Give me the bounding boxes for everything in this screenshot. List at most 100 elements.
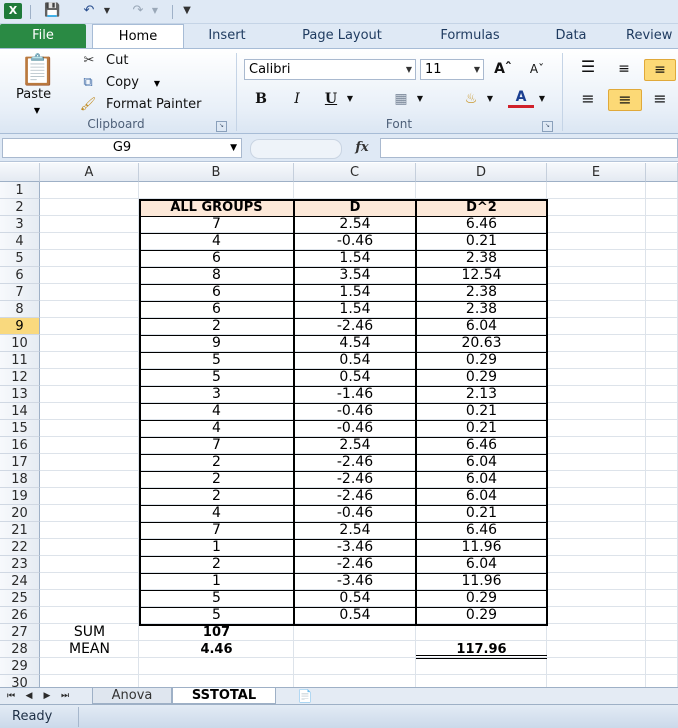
- customize-toolbar-icon[interactable]: ▼: [180, 3, 194, 19]
- worksheet-grid[interactable]: A B C D E 1 2 3 4 5 6 7 8 9 10 11 12 13 14 15 16 17 18 19 2…: [0, 163, 678, 687]
- row-header-17[interactable]: 17: [0, 454, 40, 471]
- tab-home[interactable]: Home: [92, 24, 184, 50]
- fill-color-dropdown-icon[interactable]: ▼: [484, 89, 496, 109]
- align-right-icon[interactable]: ≡: [646, 89, 674, 109]
- undo-dropdown-icon[interactable]: ▼: [102, 3, 112, 19]
- tab-page-layout[interactable]: Page Layout: [280, 24, 404, 48]
- clipboard-launcher-icon[interactable]: ↘: [216, 121, 227, 132]
- row-header-21[interactable]: 21: [0, 522, 40, 539]
- font-size-combo[interactable]: 11 ▼: [420, 59, 484, 80]
- sum-label[interactable]: SUM: [40, 624, 139, 641]
- underline-button[interactable]: U: [320, 89, 342, 109]
- row-header-6[interactable]: 6: [0, 267, 40, 284]
- sheet-tab-sstotal[interactable]: SSTOTAL: [172, 688, 276, 704]
- last-sheet-icon[interactable]: ⏭: [58, 689, 72, 703]
- row-header-10[interactable]: 10: [0, 335, 40, 352]
- formula-bar-divider[interactable]: [250, 139, 342, 159]
- tab-insert[interactable]: Insert: [190, 24, 264, 48]
- row-header-7[interactable]: 7: [0, 284, 40, 301]
- row-header-16[interactable]: 16: [0, 437, 40, 454]
- tab-formulas[interactable]: Formulas: [420, 24, 520, 48]
- select-all-corner[interactable]: [0, 163, 40, 182]
- tab-review[interactable]: Review: [626, 24, 678, 48]
- insert-sheet-icon[interactable]: 📄: [294, 689, 316, 703]
- prev-sheet-icon[interactable]: ◀: [22, 689, 36, 703]
- align-left-icon[interactable]: ≡: [574, 89, 602, 109]
- font-launcher-icon[interactable]: ↘: [542, 121, 553, 132]
- mean-value[interactable]: 4.46: [139, 641, 294, 658]
- row-header-26[interactable]: 26: [0, 607, 40, 624]
- copy-icon[interactable]: ⧉: [78, 75, 98, 91]
- align-bottom-icon[interactable]: ≡: [644, 59, 676, 81]
- underline-dropdown-icon[interactable]: ▼: [344, 89, 356, 109]
- format-painter-button[interactable]: Format Painter: [106, 97, 201, 112]
- row-header-15[interactable]: 15: [0, 420, 40, 437]
- sum-value[interactable]: 107: [139, 624, 294, 641]
- grow-font-icon[interactable]: Aˆ: [490, 59, 516, 79]
- chevron-down-icon[interactable]: ▼: [474, 60, 480, 79]
- redo-dropdown-icon[interactable]: ▼: [150, 3, 160, 19]
- row-header-13[interactable]: 13: [0, 386, 40, 403]
- row-header-2[interactable]: 2: [0, 199, 40, 216]
- row-header-30[interactable]: 30: [0, 675, 40, 687]
- italic-button[interactable]: I: [286, 89, 308, 109]
- row-header-22[interactable]: 22: [0, 539, 40, 556]
- font-color-dropdown-icon[interactable]: ▼: [536, 89, 548, 109]
- chevron-down-icon[interactable]: ▼: [230, 139, 237, 157]
- redo-icon[interactable]: ↷: [130, 3, 146, 19]
- name-box[interactable]: G9 ▼: [2, 138, 242, 158]
- bold-button[interactable]: B: [250, 89, 272, 109]
- column-header-d[interactable]: D: [416, 163, 547, 182]
- format-painter-icon[interactable]: 🖌: [78, 97, 98, 113]
- row-header-5[interactable]: 5: [0, 250, 40, 267]
- row-header-18[interactable]: 18: [0, 471, 40, 488]
- row-header-20[interactable]: 20: [0, 505, 40, 522]
- column-header-b[interactable]: B: [139, 163, 294, 182]
- column-header-a[interactable]: A: [40, 163, 139, 182]
- borders-dropdown-icon[interactable]: ▼: [414, 89, 426, 109]
- tab-data[interactable]: Data: [536, 24, 606, 48]
- excel-logo-icon[interactable]: X: [4, 3, 22, 19]
- shrink-font-icon[interactable]: Aˇ: [524, 59, 550, 79]
- fill-color-icon[interactable]: ♨: [458, 89, 484, 109]
- row-header-24[interactable]: 24: [0, 573, 40, 590]
- align-top-icon[interactable]: ☰: [574, 57, 602, 77]
- column-header-e[interactable]: E: [547, 163, 646, 182]
- chevron-down-icon[interactable]: ▼: [406, 60, 412, 79]
- save-icon[interactable]: 💾: [44, 3, 60, 19]
- sheet-tab-anova[interactable]: Anova: [92, 688, 172, 704]
- row-header-11[interactable]: 11: [0, 352, 40, 369]
- paste-icon[interactable]: 📋: [18, 53, 58, 89]
- row-header-14[interactable]: 14: [0, 403, 40, 420]
- paste-button[interactable]: Paste: [16, 87, 51, 102]
- copy-button[interactable]: Copy: [106, 75, 139, 90]
- tab-file[interactable]: File: [0, 24, 86, 48]
- undo-icon[interactable]: ↶: [80, 3, 98, 19]
- cut-button[interactable]: Cut: [106, 53, 128, 68]
- borders-icon[interactable]: ▦: [388, 89, 414, 109]
- insert-function-button[interactable]: fx: [350, 138, 374, 158]
- first-sheet-icon[interactable]: ⏮: [4, 689, 18, 703]
- row-header-4[interactable]: 4: [0, 233, 40, 250]
- row-header-29[interactable]: 29: [0, 658, 40, 675]
- row-header-23[interactable]: 23: [0, 556, 40, 573]
- row-header-1[interactable]: 1: [0, 182, 40, 199]
- formula-input[interactable]: [380, 138, 678, 158]
- font-color-icon[interactable]: A: [508, 89, 534, 108]
- row-header-19[interactable]: 19: [0, 488, 40, 505]
- row-header-8[interactable]: 8: [0, 301, 40, 318]
- row-header-25[interactable]: 25: [0, 590, 40, 607]
- cut-icon[interactable]: ✂: [80, 53, 98, 69]
- align-middle-icon[interactable]: ≡: [610, 59, 638, 79]
- next-sheet-icon[interactable]: ▶: [40, 689, 54, 703]
- row-header-12[interactable]: 12: [0, 369, 40, 386]
- row-header-28[interactable]: 28: [0, 641, 40, 658]
- copy-dropdown-icon[interactable]: ▼: [152, 76, 162, 92]
- font-name-combo[interactable]: Calibri ▼: [244, 59, 416, 80]
- column-header-c[interactable]: C: [294, 163, 416, 182]
- column-header-f[interactable]: [646, 163, 678, 182]
- row-header-27[interactable]: 27: [0, 624, 40, 641]
- align-center-icon[interactable]: ≡: [608, 89, 642, 111]
- row-header-9[interactable]: 9: [0, 318, 40, 335]
- mean-label[interactable]: MEAN: [40, 641, 139, 658]
